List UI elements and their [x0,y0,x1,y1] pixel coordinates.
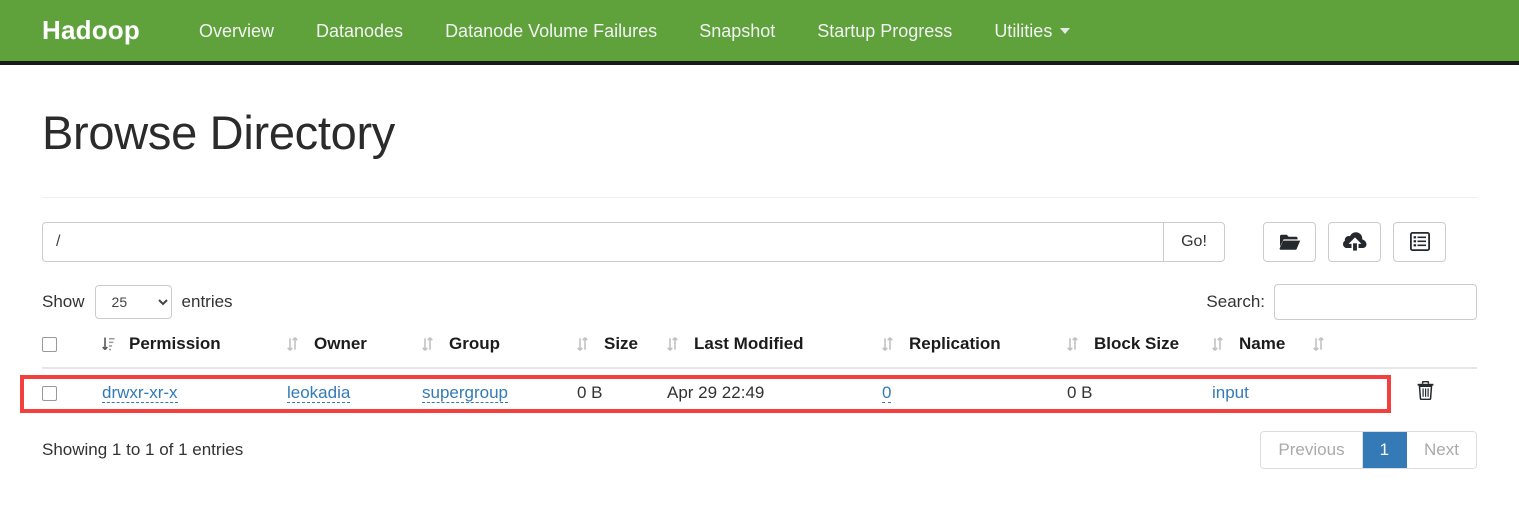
select-all-checkbox[interactable] [42,336,57,352]
select-all-header[interactable] [42,333,102,369]
chevron-down-icon [1060,27,1071,34]
block-size-header[interactable]: Block Size [1067,333,1212,369]
name-cell[interactable]: input [1212,367,1417,417]
go-button[interactable]: Go! [1163,221,1225,262]
folder-open-icon [1279,233,1301,251]
title-divider [42,196,1477,198]
list-alt-icon [1409,232,1430,252]
path-action-buttons [1263,221,1446,262]
nav-link-datanodes[interactable]: Datanodes [295,22,424,40]
hadoop-brand-logo[interactable]: Hadoop [42,15,140,46]
table-header-row: Permission Owner Group Size Last Modifie… [42,333,1477,369]
sort-amount-down-icon [102,337,120,351]
nav-link-utilities-label: Utilities [994,20,1053,41]
replication-header-label: Replication [909,333,1001,353]
table-row[interactable]: drwxr-xr-x leokadia supergroup 0 B Apr 2… [42,367,1477,417]
nav-link-startup-progress[interactable]: Startup Progress [796,22,973,40]
delete-row-button[interactable] [1417,380,1434,403]
owner-cell[interactable]: leokadia [287,367,422,417]
replication-header[interactable]: Replication [882,333,1067,369]
sort-icon [1313,336,1331,351]
permission-header-label: Permission [129,333,221,353]
entries-length-control: Show 25 entries [42,284,233,319]
entries-per-page-select[interactable]: 25 [94,284,172,319]
block-size-header-label: Block Size [1094,333,1180,353]
sort-icon [577,336,595,351]
nav-link-utilities[interactable]: Utilities [973,22,1091,40]
delete-cell[interactable] [1417,367,1477,417]
row-select-checkbox[interactable] [42,385,57,401]
entries-label: entries [181,291,233,311]
nav-link-datanode-volume-failures[interactable]: Datanode Volume Failures [424,22,678,40]
replication-cell[interactable]: 0 [882,367,1067,417]
main-navbar: Hadoop Overview Datanodes Datanode Volum… [0,0,1519,65]
sort-icon [287,336,305,351]
actions-header [1417,333,1477,369]
files-table-wrapper: Permission Owner Group Size Last Modifie… [20,333,1477,417]
size-header[interactable]: Size [577,333,667,369]
permission-value[interactable]: drwxr-xr-x [102,382,178,403]
show-label: Show [42,291,85,311]
directory-path-input[interactable] [42,221,1163,262]
pagination: Previous 1 Next [1260,430,1477,469]
nav-link-overview[interactable]: Overview [178,22,295,40]
main-container: Browse Directory Go! [0,107,1519,469]
permission-header[interactable]: Permission [102,333,287,369]
group-header[interactable]: Group [422,333,577,369]
cloud-upload-icon [1342,232,1367,251]
navbar-links: Overview Datanodes Datanode Volume Failu… [178,22,1091,40]
replication-value[interactable]: 0 [882,382,892,403]
path-input-group: Go! [42,221,1225,262]
group-header-label: Group [449,333,500,353]
sort-icon [667,336,685,351]
size-header-label: Size [604,333,639,353]
permission-cell[interactable]: drwxr-xr-x [102,367,287,417]
table-controls-row: Show 25 entries Search: [42,283,1477,320]
files-table-body: drwxr-xr-x leokadia supergroup 0 B Apr 2… [42,367,1477,417]
block-size-cell: 0 B [1067,367,1212,417]
search-control: Search: [1206,283,1477,320]
table-footer-row: Showing 1 to 1 of 1 entries Previous 1 N… [42,430,1477,469]
search-label: Search: [1206,291,1265,311]
name-header[interactable]: Name [1212,333,1417,369]
nav-link-snapshot[interactable]: Snapshot [678,22,796,40]
last-modified-cell: Apr 29 22:49 [667,367,882,417]
pagination-previous-button[interactable]: Previous [1261,431,1363,468]
search-input[interactable] [1274,283,1477,320]
cut-paste-button[interactable] [1393,221,1446,262]
entries-info-text: Showing 1 to 1 of 1 entries [42,439,244,459]
sort-icon [1212,336,1230,351]
name-header-label: Name [1239,333,1286,353]
last-modified-header-label: Last Modified [694,333,804,353]
create-directory-button[interactable] [1263,221,1316,262]
pagination-next-button[interactable]: Next [1407,431,1476,468]
last-modified-header[interactable]: Last Modified [667,333,882,369]
owner-header[interactable]: Owner [287,333,422,369]
group-cell[interactable]: supergroup [422,367,577,417]
pagination-page-1-button[interactable]: 1 [1362,431,1408,468]
group-value[interactable]: supergroup [422,382,509,403]
sort-icon [422,336,440,351]
row-select-cell[interactable] [42,367,102,417]
owner-header-label: Owner [314,333,367,353]
sort-icon [882,336,900,351]
files-table: Permission Owner Group Size Last Modifie… [42,333,1477,417]
file-name-link[interactable]: input [1212,383,1249,402]
page-title: Browse Directory [42,106,396,159]
sort-icon [1067,336,1085,351]
files-table-head: Permission Owner Group Size Last Modifie… [42,333,1477,369]
path-bar-row: Go! [42,221,1477,262]
trash-icon [1417,380,1434,403]
size-cell: 0 B [577,367,667,417]
owner-value[interactable]: leokadia [287,382,351,403]
upload-files-button[interactable] [1328,221,1381,262]
